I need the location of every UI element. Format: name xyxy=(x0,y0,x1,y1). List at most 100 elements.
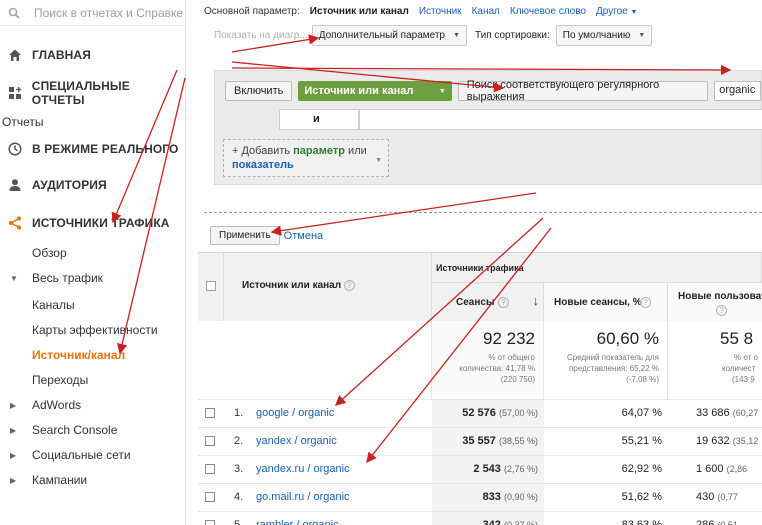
add-dimension-link[interactable]: параметр xyxy=(293,145,345,157)
nav-search-console[interactable]: ▶ Search Console xyxy=(0,418,185,443)
nav-treemaps[interactable]: Карты эффективности xyxy=(0,318,185,343)
dimension-header: Источник или канал ? xyxy=(224,253,432,321)
totals-new-sessions-note1: Средний показатель для xyxy=(567,353,659,362)
cancel-link[interactable]: Отмена xyxy=(284,230,323,242)
row-checkbox[interactable] xyxy=(205,464,215,474)
divider xyxy=(204,212,762,213)
source-medium-link[interactable]: rambler / organic xyxy=(256,519,339,525)
dimension-header-text: Источник или канал xyxy=(242,280,342,291)
new-users-value: 430 xyxy=(696,491,715,503)
row-checkbox[interactable] xyxy=(205,520,215,525)
dimension-other[interactable]: Другое ▼ xyxy=(596,6,638,17)
table-row[interactable]: 5. rambler / organic 342 (0,37 %) 83,63 % 28… xyxy=(198,511,762,525)
table-row[interactable]: 3. yandex.ru / organic 2 543 (2,76 %) 62,92… xyxy=(198,455,762,483)
sessions-value: 833 xyxy=(482,491,501,503)
new-users-share: (60,27 xyxy=(732,408,759,418)
select-all-checkbox[interactable] xyxy=(206,281,216,291)
match-type-dropdown[interactable]: Поиск соответствующего регулярного выраж… xyxy=(457,79,709,103)
totals-sessions-value: 92 232 xyxy=(483,329,535,348)
filter-dimension-label: Источник или канал xyxy=(304,85,414,97)
apply-button[interactable]: Применить xyxy=(210,226,280,245)
nav-adwords-label: AdWords xyxy=(32,398,82,412)
nav-custom-reports[interactable]: СПЕЦИАЛЬНЫЕ ОТЧЕТЫ xyxy=(0,74,185,112)
new-sessions-cell: 62,92 % xyxy=(621,463,662,475)
nav-referrals[interactable]: Переходы xyxy=(0,368,185,393)
source-medium-link[interactable]: yandex.ru / organic xyxy=(256,463,350,475)
sessions-cell: 2 543 (2,76 %) xyxy=(473,463,538,475)
table-row[interactable]: 2. yandex / organic 35 557 (38,55 %) 55,21 … xyxy=(198,427,762,455)
dimension-medium[interactable]: Канал xyxy=(472,6,500,17)
table-row[interactable]: 1. google / organic 52 576 (57,00 %) 64,07 … xyxy=(198,399,762,427)
search-icon xyxy=(8,7,20,19)
filter-value-input[interactable]: organic xyxy=(714,81,762,101)
search-box[interactable]: Поиск в отчетах и Справке xyxy=(0,0,185,26)
caret-right-icon: ▶ xyxy=(10,426,17,435)
nav-all-traffic[interactable]: ▼ Весь трафик xyxy=(0,264,185,293)
new-users-cell: 19 632 (35,12 xyxy=(696,435,758,447)
new-users-share: (0,77 xyxy=(717,492,738,502)
row-checkbox[interactable] xyxy=(205,436,215,446)
help-icon[interactable]: ? xyxy=(716,305,727,316)
sessions-header[interactable]: Сеансы ? ↓ xyxy=(432,283,544,321)
nav-home-label: ГЛАВНАЯ xyxy=(32,48,91,62)
row-number: 2. xyxy=(234,435,244,447)
and-label: и xyxy=(313,113,320,125)
nav-overview[interactable]: Обзор xyxy=(0,242,185,264)
include-dropdown[interactable]: Включить xyxy=(225,81,293,101)
new-users-header[interactable]: Новые пользовате ? xyxy=(668,283,762,321)
sort-arrow-down-icon: ↓ xyxy=(532,293,540,308)
totals-new-users-note1: % от о xyxy=(734,353,758,362)
nav-realtime-label: В РЕЖИМЕ РЕАЛЬНОГО xyxy=(32,142,179,156)
secondary-dimension-dropdown[interactable]: Дополнительный параметр ▼ xyxy=(311,24,467,46)
new-users-cell: 286 (0,51 xyxy=(696,519,738,525)
help-icon[interactable]: ? xyxy=(498,297,509,308)
grid-plus-icon xyxy=(8,87,22,99)
nav-search-console-label: Search Console xyxy=(32,423,118,437)
new-users-cell: 430 (0,77 xyxy=(696,491,738,503)
and-right-slot xyxy=(359,109,762,130)
table-row[interactable]: 4. go.mail.ru / organic 833 (0,90 %) 51,62 … xyxy=(198,483,762,511)
nav-campaigns[interactable]: ▶ Кампании xyxy=(0,468,185,493)
new-sessions-header[interactable]: Новые сеансы, % ? xyxy=(544,283,668,321)
source-medium-link[interactable]: google / organic xyxy=(256,407,334,419)
clock-icon xyxy=(8,142,22,156)
caret-right-icon: ▶ xyxy=(10,401,17,410)
nav-realtime[interactable]: В РЕЖИМЕ РЕАЛЬНОГО xyxy=(0,132,185,166)
secondary-dimension-label: Дополнительный параметр xyxy=(318,29,445,41)
dimension-source-medium[interactable]: Источник или канал xyxy=(310,6,409,17)
row-checkbox[interactable] xyxy=(205,492,215,502)
sessions-share: (2,76 %) xyxy=(503,464,538,474)
totals-new-sessions-note3: (-7,08 %) xyxy=(626,375,659,384)
caret-down-icon: ▼ xyxy=(10,274,18,283)
nav-adwords[interactable]: ▶ AdWords xyxy=(0,393,185,418)
plot-rows-button[interactable]: Показать на диагр... xyxy=(214,30,308,41)
totals-label-cell xyxy=(198,321,432,399)
select-all-header xyxy=(198,253,224,321)
add-dimension-or-metric[interactable]: + Добавить параметр или показатель ▼ xyxy=(223,139,389,177)
help-icon[interactable]: ? xyxy=(640,297,651,308)
nav-channels[interactable]: Каналы xyxy=(0,293,185,318)
nav-acquisition[interactable]: ИСТОЧНИКИ ТРАФИКА xyxy=(0,204,185,242)
new-users-share: (2,86 xyxy=(726,464,748,474)
sort-type-dropdown[interactable]: По умолчанию ▼ xyxy=(555,24,653,46)
source-medium-link[interactable]: yandex / organic xyxy=(256,435,337,447)
dimension-source[interactable]: Источник xyxy=(419,6,462,17)
filter-dimension-dropdown[interactable]: Источник или канал ▼ xyxy=(298,81,452,101)
report-main: Основной параметр: Источник или канал Ис… xyxy=(198,0,762,525)
nav-home[interactable]: ГЛАВНАЯ xyxy=(0,36,185,74)
nav-source-medium[interactable]: Источник/канал xyxy=(0,343,185,368)
totals-new-users-note2: количест xyxy=(722,364,756,373)
sessions-cell: 833 (0,90 %) xyxy=(483,491,538,503)
sessions-share: (0,37 %) xyxy=(503,520,538,525)
totals-new-users: 55 8 % от о количест (143 9 xyxy=(668,321,762,399)
source-medium-link[interactable]: go.mail.ru / organic xyxy=(256,491,350,503)
dimension-keyword[interactable]: Ключевое слово xyxy=(510,6,586,17)
chevron-down-icon: ▼ xyxy=(438,87,446,95)
row-checkbox[interactable] xyxy=(205,408,215,418)
new-sessions-cell: 55,21 % xyxy=(621,435,662,447)
help-icon[interactable]: ? xyxy=(343,280,355,291)
nav-audience[interactable]: АУДИТОРИЯ xyxy=(0,166,185,204)
dimension-header-label: Источник или канал ? xyxy=(242,280,355,291)
add-metric-link[interactable]: показатель xyxy=(232,159,294,171)
nav-social[interactable]: ▶ Социальные сети xyxy=(0,443,185,468)
